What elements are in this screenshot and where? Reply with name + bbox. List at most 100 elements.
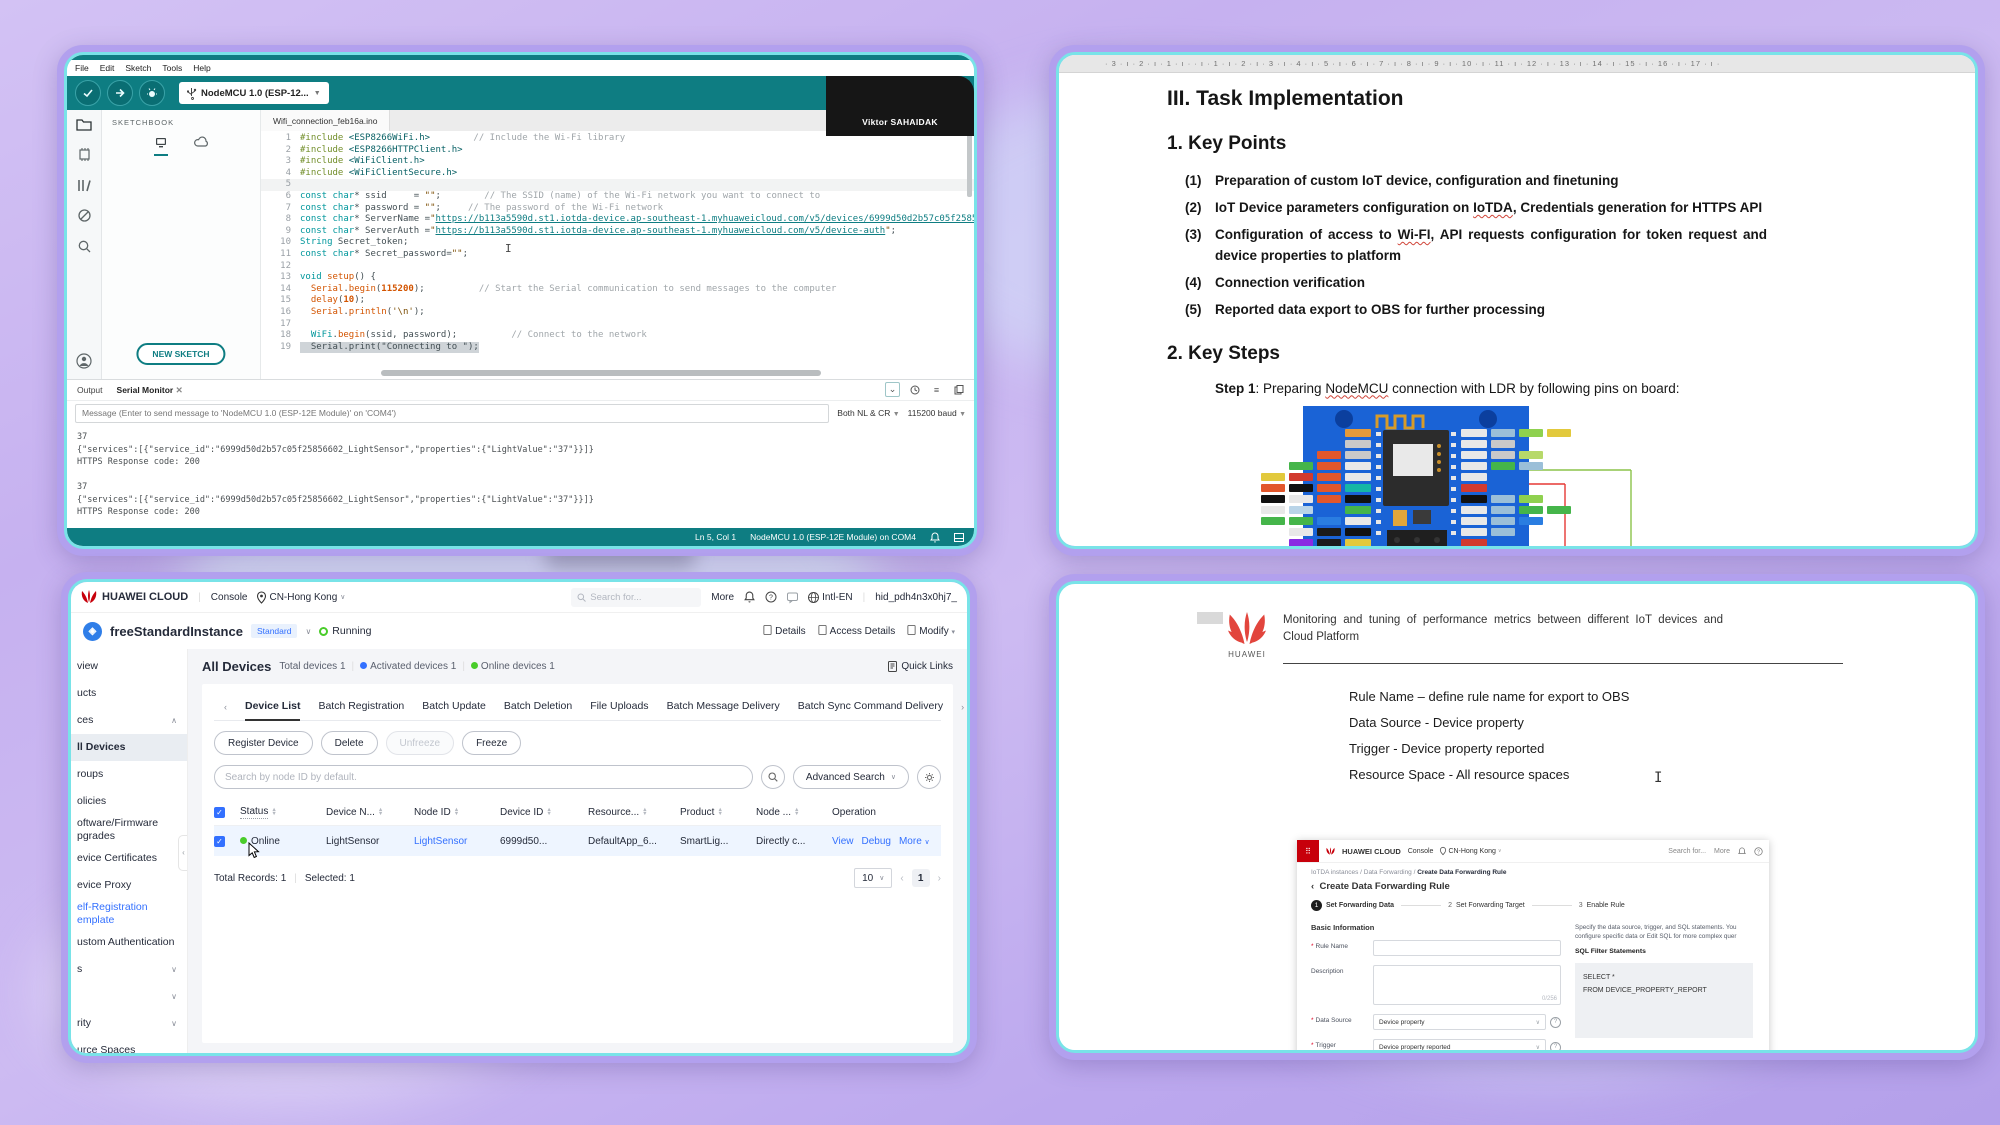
line-ending-select[interactable]: Both NL & CR ▼ xyxy=(837,408,899,418)
tabs-scroll-right-icon[interactable]: › xyxy=(961,702,964,712)
tab-device-list[interactable]: Device List xyxy=(245,694,300,721)
notifications-bell-icon[interactable] xyxy=(744,591,755,603)
column-header-devicen[interactable]: Device N...▲▼ xyxy=(326,807,414,818)
feedback-icon[interactable] xyxy=(787,592,798,603)
tab-batch-message-delivery[interactable]: Batch Message Delivery xyxy=(667,694,780,720)
sort-icon[interactable]: ▲▼ xyxy=(546,808,551,816)
register-device-button[interactable]: Register Device xyxy=(214,731,313,755)
column-settings-button[interactable] xyxy=(917,765,941,789)
sidebar-item-elfregistration[interactable]: elf-Registrationemplate xyxy=(71,899,187,929)
debug-link[interactable]: Debug xyxy=(862,836,891,847)
help-icon[interactable]: ? xyxy=(765,591,777,603)
verify-button[interactable] xyxy=(75,80,101,106)
close-icon[interactable]: ✕ xyxy=(176,385,183,395)
data-source-select[interactable]: Device property∨ xyxy=(1373,1014,1546,1030)
sketchbook-folder-icon[interactable] xyxy=(76,118,92,131)
sidebar-item-oftwarefirmware[interactable]: oftware/Firmwarepgrades xyxy=(71,815,187,845)
device-search-input[interactable]: Search by node ID by default. xyxy=(214,765,753,789)
rule-name-input[interactable] xyxy=(1373,940,1561,956)
new-sketch-button[interactable]: NEW SKETCH xyxy=(136,343,225,365)
help-icon[interactable]: ? xyxy=(1550,1042,1561,1053)
menu-file[interactable]: File xyxy=(75,63,89,73)
vertical-scrollbar[interactable] xyxy=(967,133,972,197)
sidebar-item-evicecertificates[interactable]: evice Certificates xyxy=(71,845,187,872)
sidebar-item[interactable]: ∨ xyxy=(71,984,187,1011)
current-page[interactable]: 1 xyxy=(912,869,930,887)
account-icon[interactable] xyxy=(76,353,92,369)
next-page-icon[interactable]: › xyxy=(938,873,941,884)
column-header-resource[interactable]: Resource...▲▼ xyxy=(588,807,680,818)
sidebar-collapse-handle[interactable]: ‹ xyxy=(178,835,188,871)
advanced-search-button[interactable]: Advanced Search∨ xyxy=(793,765,909,789)
view-link[interactable]: View xyxy=(832,836,854,847)
options-icon[interactable]: ≡ xyxy=(929,382,944,397)
console-link[interactable]: Console xyxy=(211,592,248,603)
column-header-node[interactable]: Node ...▲▼ xyxy=(756,807,832,818)
trigger-select[interactable]: Device property reported∨ xyxy=(1373,1039,1546,1053)
delete-button[interactable]: Delete xyxy=(321,731,378,755)
more-menu[interactable]: More xyxy=(711,592,734,603)
sidebar-item-ucts[interactable]: ucts xyxy=(71,680,187,707)
sidebar-item-ces[interactable]: ces∧ xyxy=(71,707,187,734)
more-link[interactable]: More ∨ xyxy=(899,836,930,847)
details-button[interactable]: Details xyxy=(763,625,806,637)
sort-icon[interactable]: ▲▼ xyxy=(378,808,383,816)
column-header-nodeid[interactable]: Node ID▲▼ xyxy=(414,807,500,818)
timestamp-icon[interactable] xyxy=(907,382,922,397)
menu-sketch[interactable]: Sketch xyxy=(125,63,151,73)
row-checkbox[interactable]: ✓ xyxy=(214,836,225,847)
account-menu[interactable]: hid_pdh4n3x0hj7_ xyxy=(875,592,957,603)
output-tab[interactable]: Output xyxy=(77,385,103,395)
clear-output-icon[interactable] xyxy=(951,382,966,397)
column-header-operation[interactable]: Operation xyxy=(832,807,941,818)
modify-button[interactable]: Modify ▾ xyxy=(907,625,955,637)
language-selector[interactable]: Intl-EN xyxy=(808,592,853,603)
sort-icon[interactable]: ▲▼ xyxy=(794,808,799,816)
sort-icon[interactable]: ▲▼ xyxy=(271,808,276,816)
tab-file-uploads[interactable]: File Uploads xyxy=(590,694,648,720)
sidebar-item-roups[interactable]: roups xyxy=(71,761,187,788)
menu-help[interactable]: Help xyxy=(193,63,210,73)
autoscroll-icon[interactable]: ⌄ xyxy=(885,382,900,397)
tab-batch-registration[interactable]: Batch Registration xyxy=(318,694,404,720)
huawei-cloud-logo[interactable]: HUAWEI CLOUD xyxy=(81,590,188,604)
tabs-scroll-left-icon[interactable]: ‹ xyxy=(224,702,227,712)
menu-edit[interactable]: Edit xyxy=(100,63,115,73)
notifications-bell-icon[interactable] xyxy=(930,532,940,543)
table-row[interactable]: ✓ Online LightSensor LightSensor 6999d50… xyxy=(214,826,941,856)
tab-batch-deletion[interactable]: Batch Deletion xyxy=(504,694,572,720)
help-icon[interactable]: ? xyxy=(1550,1017,1561,1028)
cloud-sketchbook-tab[interactable] xyxy=(194,137,209,156)
page-size-select[interactable]: 10∨ xyxy=(854,868,892,888)
sort-icon[interactable]: ▲▼ xyxy=(717,808,722,816)
description-textarea[interactable]: 0/256 xyxy=(1373,965,1561,1005)
sort-icon[interactable]: ▲▼ xyxy=(454,808,459,816)
sidebar-item-olicies[interactable]: olicies xyxy=(71,788,187,815)
sidebar-item-view[interactable]: view xyxy=(71,653,187,680)
code-area[interactable]: I 1#include <ESP8266WiFi.h> // Include t… xyxy=(261,131,974,379)
sidebar-item-urcespaces[interactable]: urce Spaces xyxy=(71,1038,187,1054)
serial-monitor-tab[interactable]: Serial Monitor ✕ xyxy=(117,385,183,396)
upload-button[interactable] xyxy=(107,80,133,106)
local-sketchbook-tab[interactable] xyxy=(154,137,168,156)
freeze-button[interactable]: Freeze xyxy=(462,731,521,755)
quick-links[interactable]: Quick Links xyxy=(888,661,953,672)
sidebar-item-s[interactable]: s∨ xyxy=(71,957,187,984)
baud-rate-select[interactable]: 115200 baud ▼ xyxy=(908,408,966,418)
search-button[interactable] xyxy=(761,765,785,789)
global-search-input[interactable]: Search for... xyxy=(571,588,701,607)
library-manager-icon[interactable] xyxy=(77,178,92,192)
node-id-link[interactable]: LightSensor xyxy=(414,836,500,847)
sort-icon[interactable]: ▲▼ xyxy=(642,808,647,816)
serial-message-input[interactable] xyxy=(75,404,829,423)
tab-batch-update[interactable]: Batch Update xyxy=(422,694,486,720)
sidebar-item-lldevices[interactable]: ll Devices xyxy=(71,734,187,761)
column-header-status[interactable]: Status▲▼ xyxy=(240,806,326,819)
access-details-button[interactable]: Access Details xyxy=(818,625,896,637)
boards-manager-icon[interactable] xyxy=(77,147,92,162)
menu-tools[interactable]: Tools xyxy=(162,63,182,73)
horizontal-scrollbar[interactable] xyxy=(381,370,821,376)
search-icon[interactable] xyxy=(77,239,92,254)
select-all-checkbox[interactable]: ✓ xyxy=(214,807,225,818)
chevron-down-icon[interactable]: ∨ xyxy=(305,627,311,636)
